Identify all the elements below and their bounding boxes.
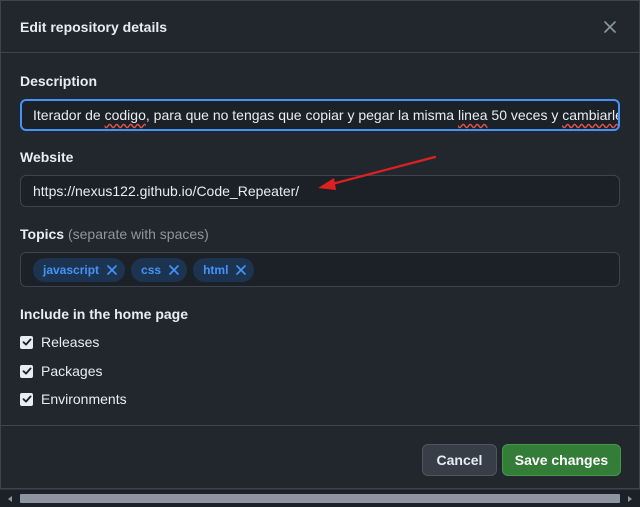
remove-topic-icon[interactable] (232, 261, 250, 279)
packages-label: Packages (41, 363, 103, 379)
remove-topic-icon[interactable] (103, 261, 121, 279)
edit-repository-dialog: Edit repository details Description Iter… (0, 0, 640, 489)
website-label: Website (20, 149, 74, 165)
website-input[interactable]: https://nexus122.github.io/Code_Repeater… (20, 175, 620, 207)
website-value: https://nexus122.github.io/Code_Repeater… (33, 183, 300, 199)
home-page-label: Include in the home page (20, 306, 189, 322)
topic-javascript[interactable]: javascript (33, 257, 126, 282)
scrollbar-thumb[interactable] (20, 494, 620, 503)
topic-label: css (141, 262, 162, 277)
topic-label: javascript (43, 262, 100, 277)
topics-input[interactable]: javascript css html (20, 252, 620, 287)
environments-checkbox[interactable] (20, 392, 33, 406)
environments-option[interactable]: Environments (20, 391, 127, 407)
dialog-header: Edit repository details (1, 1, 639, 53)
remove-topic-icon[interactable] (165, 261, 183, 279)
description-input[interactable]: Iterador de codigo, para que no tengas q… (20, 99, 620, 131)
save-changes-button[interactable]: Save changes (502, 444, 621, 476)
topic-css[interactable]: css (131, 257, 188, 282)
cancel-button[interactable]: Cancel (422, 444, 497, 476)
dialog-footer: Cancel Save changes (1, 425, 639, 489)
releases-label: Releases (41, 334, 100, 350)
topics-hint: (separate with spaces) (67, 226, 209, 242)
environments-label: Environments (41, 391, 127, 407)
horizontal-scrollbar[interactable] (0, 489, 640, 507)
topics-label: Topics (separate with spaces) (20, 226, 209, 242)
releases-option[interactable]: Releases (20, 334, 99, 350)
description-value: Iterador de codigo, para que no tengas q… (33, 107, 620, 123)
scroll-left-icon[interactable] (4, 493, 16, 505)
scroll-right-icon[interactable] (624, 493, 636, 505)
description-label: Description (20, 73, 98, 89)
close-icon[interactable] (600, 17, 620, 37)
releases-checkbox[interactable] (20, 335, 33, 349)
packages-option[interactable]: Packages (20, 363, 102, 379)
packages-checkbox[interactable] (20, 364, 33, 378)
dialog-title: Edit repository details (20, 18, 168, 35)
topic-label: html (203, 262, 229, 277)
topic-html[interactable]: html (193, 257, 255, 282)
